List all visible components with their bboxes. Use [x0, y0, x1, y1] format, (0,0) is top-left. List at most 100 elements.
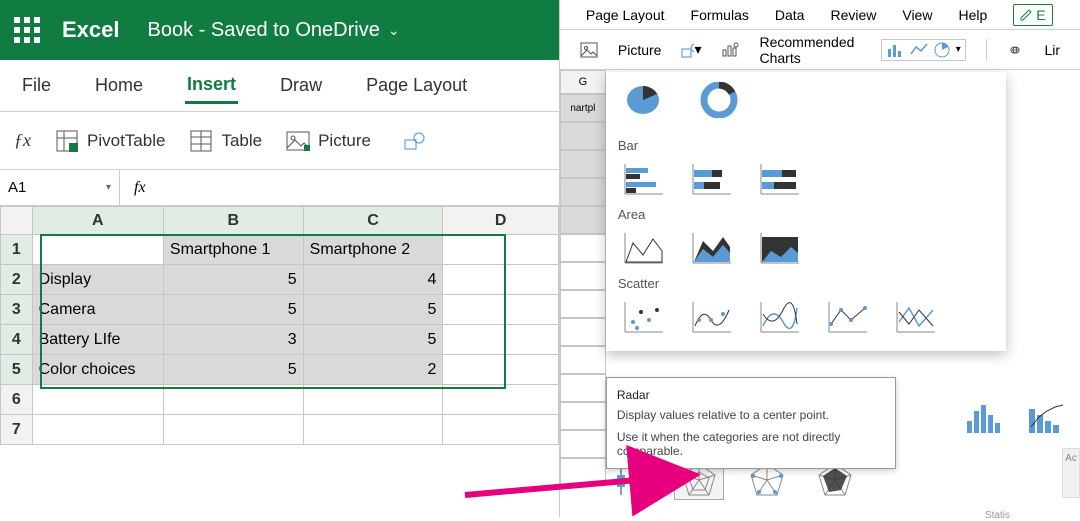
shapes-button[interactable] [403, 129, 427, 153]
chevron-down-icon: ⌄ [388, 22, 400, 39]
doughnut-thumb[interactable] [694, 80, 744, 120]
row-header-3[interactable]: 3 [1, 295, 33, 325]
cell-D6[interactable] [443, 385, 559, 415]
cell-B7[interactable] [163, 415, 303, 445]
doc-title[interactable]: Book - Saved to OneDrive ⌄ [148, 19, 400, 42]
cell-D2[interactable] [443, 265, 559, 295]
name-box[interactable]: A1 ▾ [0, 170, 120, 205]
tab-draw[interactable]: Draw [278, 69, 324, 102]
ghost-side-tab[interactable]: Ac [1062, 448, 1080, 498]
picture-button[interactable]: Picture [286, 129, 371, 153]
tab-formulas[interactable]: Formulas [691, 7, 749, 23]
cell-C4[interactable]: 5 [303, 325, 443, 355]
section-scatter: Scatter [618, 276, 994, 291]
cell-A1[interactable] [32, 235, 163, 265]
cell-A2[interactable]: Display [32, 265, 163, 295]
cell-A4[interactable]: Battery LIfe [32, 325, 163, 355]
tab-view[interactable]: View [902, 7, 932, 23]
cell-C6[interactable] [303, 385, 443, 415]
titlebar: Excel Book - Saved to OneDrive ⌄ [0, 0, 559, 60]
tab-page-layout-r[interactable]: Page Layout [586, 7, 665, 23]
cell-C3[interactable]: 5 [303, 295, 443, 325]
tab-data[interactable]: Data [775, 7, 805, 23]
row-header-7[interactable]: 7 [1, 415, 33, 445]
pareto-thumb[interactable] [1022, 398, 1072, 438]
cell-B4[interactable]: 3 [163, 325, 303, 355]
select-all-corner[interactable] [1, 207, 33, 235]
col-header-A[interactable]: A [32, 207, 163, 235]
link-label-partial[interactable]: Lir [1044, 42, 1060, 58]
pivottable-label: PivotTable [87, 131, 165, 151]
app-launcher-icon[interactable] [14, 17, 40, 43]
recommended-charts-icon[interactable] [721, 40, 739, 60]
row-header-4[interactable]: 4 [1, 325, 33, 355]
row-header-5[interactable]: 5 [1, 355, 33, 385]
tab-home[interactable]: Home [93, 69, 145, 102]
cell-B6[interactable] [163, 385, 303, 415]
tab-file[interactable]: File [20, 69, 53, 102]
row-header-2[interactable]: 2 [1, 265, 33, 295]
cell-B2[interactable]: 5 [163, 265, 303, 295]
scatter-thumb[interactable] [618, 297, 668, 337]
link-icon[interactable] [1006, 40, 1024, 60]
area-thumb[interactable] [618, 228, 668, 268]
worksheet[interactable]: A B C D 1 Smartphone 1 Smartphone 2 2 Di… [0, 206, 559, 445]
formula-bar[interactable]: fx [120, 179, 160, 197]
scatter-lines-thumb[interactable] [890, 297, 940, 337]
cell-D1[interactable] [443, 235, 559, 265]
pivottable-icon [55, 129, 79, 153]
shapes-icon[interactable]: ▾ [681, 40, 701, 60]
cell-B3[interactable]: 5 [163, 295, 303, 325]
bar-clustered-thumb[interactable] [618, 159, 668, 199]
cell-A6[interactable] [32, 385, 163, 415]
bar-stacked-thumb[interactable] [686, 159, 736, 199]
cell-D3[interactable] [443, 295, 559, 325]
cell-D5[interactable] [443, 355, 559, 385]
side-chart-thumbs [960, 398, 1072, 438]
cell-A7[interactable] [32, 415, 163, 445]
bar-100stacked-thumb[interactable] [754, 159, 804, 199]
chart-type-split-button[interactable]: ▾ [881, 39, 966, 61]
tab-page-layout[interactable]: Page Layout [364, 69, 469, 102]
tab-review[interactable]: Review [830, 7, 876, 23]
row-header-1[interactable]: 1 [1, 235, 33, 265]
recommended-charts-label[interactable]: Recommended Charts [759, 34, 860, 66]
cell-C7[interactable] [303, 415, 443, 445]
cell-B1[interactable]: Smartphone 1 [163, 235, 303, 265]
col-header-B[interactable]: B [163, 207, 303, 235]
cell-C2[interactable]: 4 [303, 265, 443, 295]
col-header-D[interactable]: D [443, 207, 559, 235]
pivottable-button[interactable]: PivotTable [55, 129, 165, 153]
pie-3d-thumb[interactable] [618, 80, 668, 120]
picture-icon[interactable] [580, 40, 598, 60]
scatter-smooth-markers-thumb[interactable] [686, 297, 736, 337]
table-button[interactable]: Table [189, 129, 262, 153]
function-button[interactable]: ƒx [14, 130, 31, 151]
grid-fragment: G nartpl [560, 70, 606, 486]
picture-label-r[interactable]: Picture [618, 42, 662, 58]
scatter-lines-markers-thumb[interactable] [822, 297, 872, 337]
cell-D7[interactable] [443, 415, 559, 445]
cell-B5[interactable]: 5 [163, 355, 303, 385]
chart-picker-panel: Page Layout Formulas Data Review View He… [560, 0, 1080, 517]
histogram-thumb[interactable] [960, 398, 1010, 438]
separator [986, 39, 987, 61]
tab-insert[interactable]: Insert [185, 68, 238, 104]
picture-label: Picture [318, 131, 371, 151]
line-chart-icon [910, 42, 928, 58]
row-header-6[interactable]: 6 [1, 385, 33, 415]
chevron-down-icon: ▾ [106, 182, 111, 193]
cell-C5[interactable]: 2 [303, 355, 443, 385]
cell-D4[interactable] [443, 325, 559, 355]
cell-A5[interactable]: Color choices [32, 355, 163, 385]
status-frag: Statis [985, 510, 1010, 521]
cell-C1[interactable]: Smartphone 2 [303, 235, 443, 265]
area-100stacked-thumb[interactable] [754, 228, 804, 268]
scatter-smooth-thumb[interactable] [754, 297, 804, 337]
col-header-C[interactable]: C [303, 207, 443, 235]
cell-A3[interactable]: Camera [32, 295, 163, 325]
area-stacked-thumb[interactable] [686, 228, 736, 268]
shapes-icon [403, 129, 427, 153]
tab-help[interactable]: Help [958, 7, 987, 23]
editing-mode-button[interactable]: E [1013, 4, 1052, 26]
